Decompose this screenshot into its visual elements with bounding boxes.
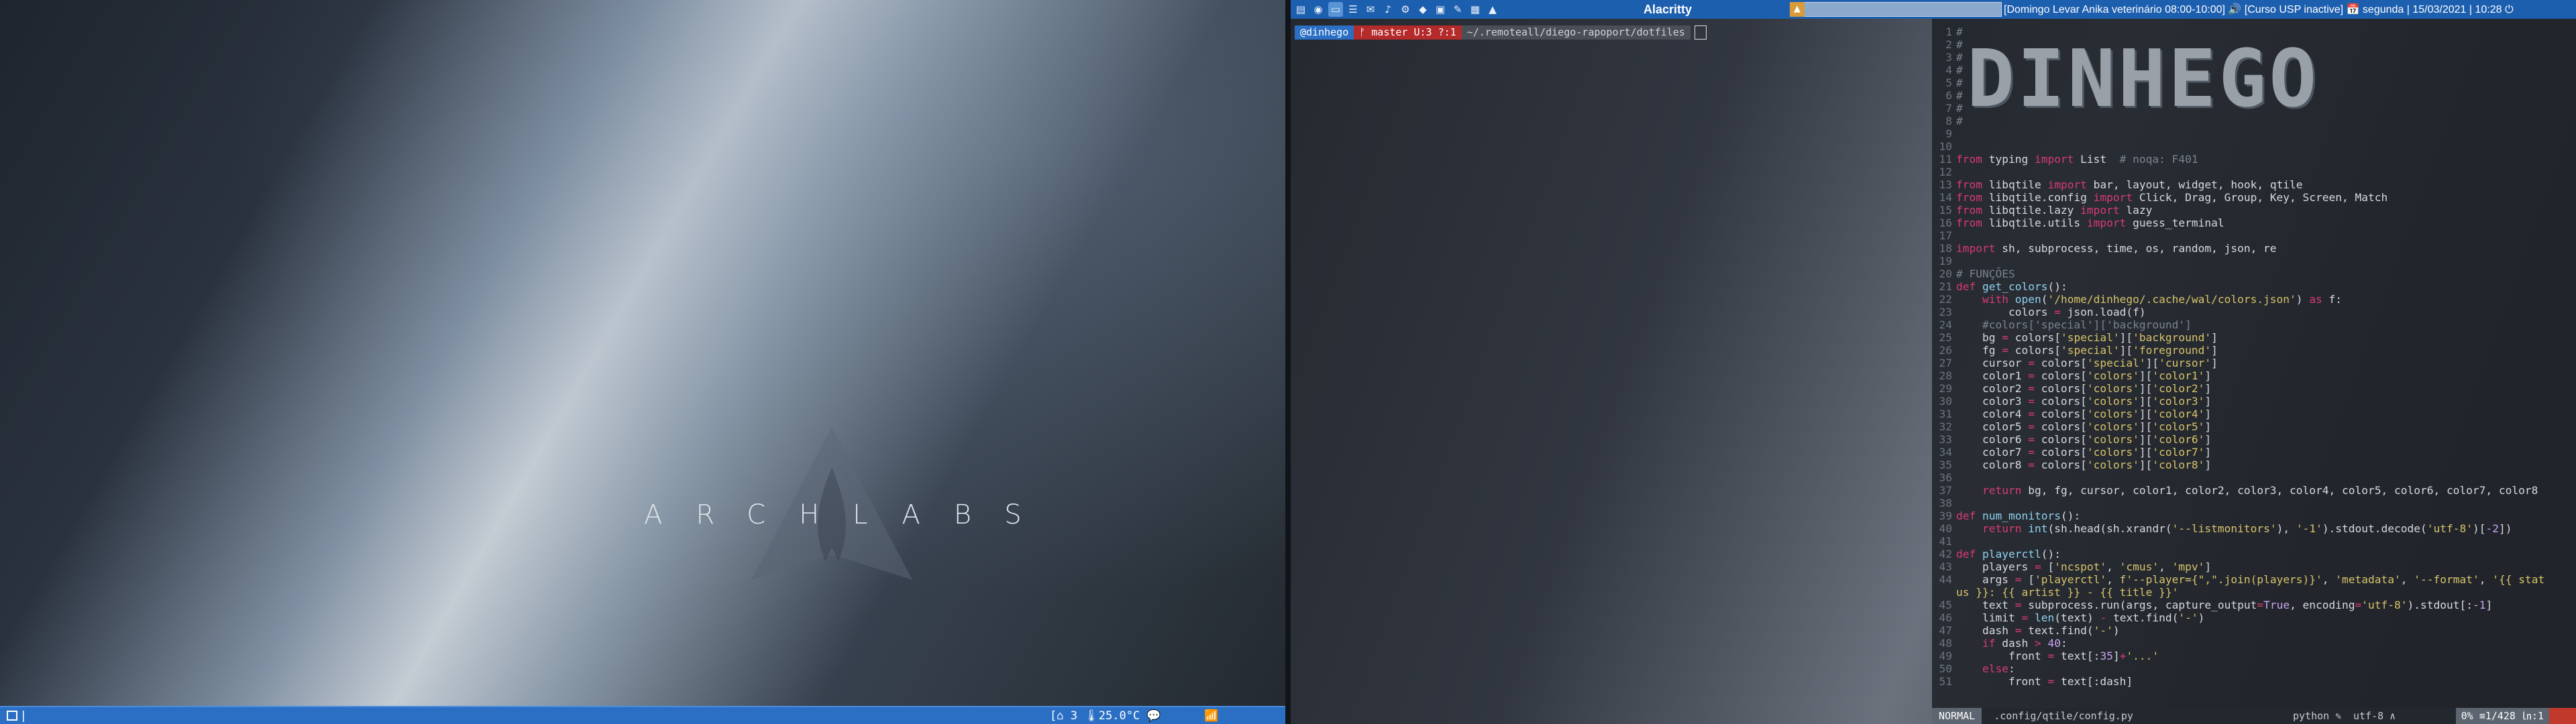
code-line: 32 color5 = colors['colors']['color5'] xyxy=(1939,420,2212,433)
editor-icon[interactable]: ✎ xyxy=(1450,2,1465,17)
editor-pane[interactable]: DINHEGO 1 # 2 # 3 # 4 # 5 # 6 # 7 # 8 # 9 10 11 f… xyxy=(1932,19,2576,724)
code-line: 27 cursor = colors['special']['cursor'] xyxy=(1939,357,2218,369)
file-path: .config/qtile/config.py xyxy=(1994,710,2133,722)
code-line: 45 text = subprocess.run(args, capture_o… xyxy=(1939,599,2493,611)
task-button[interactable] xyxy=(1790,2,2002,17)
files-icon[interactable]: ▭ xyxy=(1328,2,1343,17)
code-line: 11 from typing import List # noqa: F401 xyxy=(1939,153,2198,166)
code-line: 25 bg = colors['special']['background'] xyxy=(1939,331,2218,344)
code-line: 16 from libqtile.utils import guess_termi… xyxy=(1939,217,2224,229)
code-line: 51 front = text[:dash] xyxy=(1939,675,2133,688)
code-line: 48 if dash > 40: xyxy=(1939,637,2068,650)
terminal-pane[interactable]: @dinhego ᚠ master U:3 ?:1 ~/.remoteall/d… xyxy=(1291,19,1932,724)
code-line: 7 # xyxy=(1945,102,1963,115)
code-line: 19 xyxy=(1939,255,1953,267)
code-line: 22 with open('/home/dinhego/.cache/wal/c… xyxy=(1939,293,2343,306)
code-line: 18 import sh, subprocess, time, os, rando… xyxy=(1939,242,2277,255)
prompt-git: ᚠ master U:3 ?:1 xyxy=(1354,25,1462,40)
code-line: 12 xyxy=(1939,166,1953,178)
chat-icon[interactable]: ✉ xyxy=(1363,2,1378,17)
code-line: 29 color2 = colors['colors']['color2'] xyxy=(1939,382,2212,395)
right-monitor: ▤ ◉ ▭ ☰ ✉ ♪ ⚙ ◆ ▣ ✎ ▦ ▲ Alacritty ▲ [Dom… xyxy=(1291,0,2576,724)
top-bar: ▤ ◉ ▭ ☰ ✉ ♪ ⚙ ◆ ▣ ✎ ▦ ▲ Alacritty ▲ [Dom… xyxy=(1291,0,2576,19)
game-icon[interactable]: ◆ xyxy=(1415,2,1430,17)
code-line: 8 # xyxy=(1945,115,1963,127)
layout-icon[interactable]: ▤ xyxy=(1293,2,1308,17)
code-line: 39 def num_monitors(): xyxy=(1939,509,2081,522)
window-title: Alacritty xyxy=(1644,2,1693,16)
code-line: 5 # xyxy=(1945,76,1963,89)
status-text: [Domingo Levar Anika veterinário 08:00-1… xyxy=(2004,4,2514,15)
code-line: 44 args = ['playerctl', f'--player={",".… xyxy=(1939,573,2545,586)
code-line: 20 # FUNÇÕES xyxy=(1939,267,2015,280)
code-line: 33 color6 = colors['colors']['color6'] xyxy=(1939,433,2212,446)
archive-icon[interactable]: ▦ xyxy=(1468,2,1483,17)
code-line: 36 xyxy=(1939,471,1953,484)
code-line: 34 color7 = colors['colors']['color7'] xyxy=(1939,446,2212,459)
code-line: 42 def playerctl(): xyxy=(1939,548,2061,560)
status-end-block xyxy=(2549,708,2576,724)
layout-indicator[interactable]: | xyxy=(7,709,25,723)
terminal-icon[interactable]: ▣ xyxy=(1433,2,1448,17)
bar-widgets: [⌂ 3 🌡25.0°C 💬 xyxy=(1050,709,1161,723)
vim-mode: NORMAL xyxy=(1932,708,1982,724)
code-line: 47 dash = text.find('-') xyxy=(1939,624,2120,637)
code-line: 46 limit = len(text) - text.find('-') xyxy=(1939,611,2205,624)
code-line: 21 def get_colors(): xyxy=(1939,280,2068,293)
code-area[interactable]: 1 # 2 # 3 # 4 # 5 # 6 # 7 # 8 # 9 10 11 from typi… xyxy=(1932,25,2576,696)
prompt-user: @dinhego xyxy=(1295,25,1354,40)
code-line: 30 color3 = colors['colors']['color3'] xyxy=(1939,395,2212,408)
code-line: 17 xyxy=(1939,229,1953,242)
code-line: 41 xyxy=(1939,535,1953,548)
code-line: 15 from libqtile.lazy import lazy xyxy=(1939,204,2153,217)
workspace-icon[interactable]: ☰ xyxy=(1346,2,1360,17)
file-encoding: utf-8 ∧ xyxy=(2353,710,2396,722)
code-line: 2 # xyxy=(1945,38,1963,51)
code-line: 24 #colors['special']['background'] xyxy=(1939,318,2192,331)
bottom-bar: | [⌂ 3 🌡25.0°C 💬 📶 xyxy=(0,706,1285,724)
left-monitor-desktop: ARCHLABS | [⌂ 3 🌡25.0°C 💬 📶 xyxy=(0,0,1285,724)
code-line: 28 color1 = colors['colors']['color1'] xyxy=(1939,369,2212,382)
archlabs-logo-text: ARCHLABS xyxy=(644,499,1055,530)
code-line: 10 xyxy=(1939,140,1953,153)
vim-statusline: NORMAL .config/qtile/config.py python ✎ … xyxy=(1932,708,2576,724)
code-line: 35 color8 = colors['colors']['color8'] xyxy=(1939,459,2212,471)
settings-icon[interactable]: ⚙ xyxy=(1398,2,1413,17)
wifi-icon[interactable]: 📶 xyxy=(1204,709,1218,723)
file-type: python ✎ xyxy=(2293,710,2342,722)
prompt-path: ~/.remoteall/diego-rapoport/dotfiles xyxy=(1461,25,1690,40)
music-icon[interactable]: ♪ xyxy=(1381,2,1395,17)
code-line: 4 # xyxy=(1945,64,1963,76)
code-line: 37 return bg, fg, cursor, color1, color2… xyxy=(1939,484,2538,497)
code-line: 31 color4 = colors['colors']['color4'] xyxy=(1939,408,2212,420)
code-line: 23 colors = json.load(f) xyxy=(1939,306,2146,318)
browser-icon[interactable]: ◉ xyxy=(1311,2,1326,17)
code-line: 43 players = ['ncspot', 'cmus', 'mpv'] xyxy=(1939,560,2212,573)
code-line: 26 fg = colors['special']['foreground'] xyxy=(1939,344,2218,357)
layout-icon xyxy=(7,711,17,721)
code-line: 14 from libqtile.config import Click, Dra… xyxy=(1939,191,2388,204)
cursor-position: 0% ≡1/428 ㏑:1 xyxy=(2455,708,2549,724)
code-line: 13 from libqtile import bar, layout, widg… xyxy=(1939,178,2303,191)
alert-icon[interactable]: ▲ xyxy=(1790,2,1805,17)
shell-prompt: @dinhego ᚠ master U:3 ?:1 ~/.remoteall/d… xyxy=(1295,25,1707,40)
monitor-divider xyxy=(1285,0,1291,724)
code-line: 40 return int(sh.head(sh.xrandr('--listm… xyxy=(1939,522,2512,535)
code-line: 50 else: xyxy=(1939,662,2015,675)
alacritty-icon[interactable]: ▲ xyxy=(1485,2,1500,17)
code-line: us }}: {{ artist }} - {{ title }}' xyxy=(1956,586,2179,599)
terminal-cursor xyxy=(1694,25,1707,40)
code-line: 1 # xyxy=(1945,25,1963,38)
code-line: 9 xyxy=(1945,127,1952,140)
code-line: 3 # xyxy=(1945,51,1963,64)
code-line: 38 xyxy=(1939,497,1953,509)
code-line: 6 # xyxy=(1945,89,1963,102)
code-line: 49 front = text[:35]+'...' xyxy=(1939,650,2159,662)
